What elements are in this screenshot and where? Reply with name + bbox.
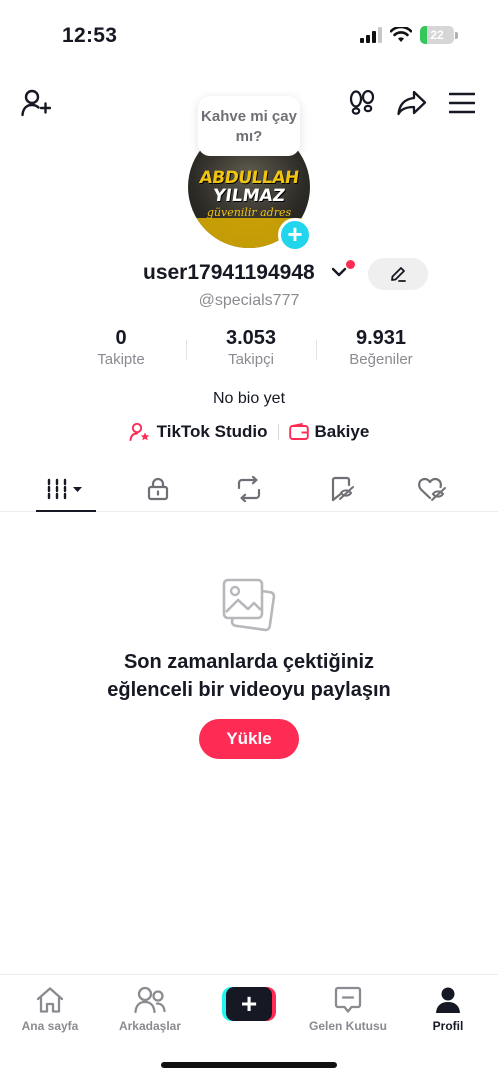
- share-profile-button[interactable]: [396, 88, 428, 118]
- home-indicator[interactable]: [161, 1062, 337, 1068]
- battery-text: 22: [430, 28, 444, 42]
- tab-reposts[interactable]: [225, 466, 273, 512]
- username-row: user17941194948: [0, 258, 498, 290]
- tiktok-studio-link[interactable]: TikTok Studio: [129, 422, 268, 442]
- share-arrow-icon: [397, 90, 427, 116]
- status-time: 12:53: [62, 24, 118, 47]
- stat-value: 9.931: [355, 327, 407, 349]
- lock-icon: [147, 477, 169, 501]
- nav-inbox[interactable]: Gelen Kutusu: [298, 983, 398, 1033]
- nav-friends[interactable]: Arkadaşlar: [100, 983, 200, 1033]
- footprints-icon: [349, 90, 375, 115]
- hidden-heart-icon: [418, 477, 446, 501]
- nav-profile-label: Profil: [432, 1019, 464, 1033]
- bio-text[interactable]: No bio yet: [0, 390, 498, 408]
- nav-friends-label: Arkadaşlar: [118, 1019, 182, 1033]
- profile-icon: [436, 987, 460, 1013]
- stat-label: Takipçi: [228, 351, 274, 368]
- profile-stats: 0 Takipte 3.053 Takipçi 9.931 Beğeniler: [56, 326, 446, 374]
- tab-videos[interactable]: [36, 466, 96, 512]
- profile-links: TikTok Studio Bakiye: [0, 422, 498, 442]
- add-story-button[interactable]: +: [278, 218, 312, 252]
- note-bubble-text: Kahve mi çay mı?: [201, 108, 297, 145]
- status-bar: 12:53 22: [0, 0, 498, 70]
- nav-home-label: Ana sayfa: [21, 1019, 79, 1033]
- user-handle: @specials777: [198, 292, 300, 309]
- footprints-button[interactable]: [346, 88, 378, 118]
- nav-inbox-label: Gelen Kutusu: [308, 1019, 387, 1033]
- hidden-bookmark-icon: [331, 476, 354, 502]
- plus-icon: +: [226, 987, 272, 1021]
- add-friend-button[interactable]: [20, 88, 52, 118]
- wifi-icon: [390, 27, 412, 42]
- stat-value: 0: [115, 327, 127, 349]
- empty-state-title: Son zamanlarda çektiğiniz eğlenceli bir …: [0, 648, 498, 704]
- edit-profile-button[interactable]: [368, 258, 428, 290]
- friends-icon: [134, 986, 166, 1014]
- hamburger-menu-icon: [449, 92, 475, 114]
- active-tab-indicator: [36, 510, 96, 512]
- wallet-icon: [288, 423, 309, 440]
- upload-button[interactable]: Yükle: [199, 719, 299, 759]
- avatar-logo-text-1: ABDULLAH: [198, 168, 300, 188]
- inbox-icon: [334, 986, 362, 1013]
- pencil-icon: [391, 267, 406, 282]
- notification-dot: [346, 260, 355, 269]
- avatar-logo-text-3: güvenilir adres: [206, 206, 292, 219]
- tab-private[interactable]: [134, 466, 182, 512]
- cellular-signal-icon: [360, 27, 382, 43]
- link-divider: [277, 424, 279, 440]
- profile-tabs: [0, 466, 498, 512]
- video-grid-icon: [47, 478, 82, 500]
- battery-fill: [420, 26, 428, 44]
- battery-indicator: 22: [420, 26, 454, 44]
- username[interactable]: user17941194948: [143, 261, 315, 285]
- tab-saved[interactable]: [318, 466, 366, 512]
- creator-star-icon: [129, 422, 149, 441]
- home-icon: [36, 987, 64, 1013]
- stat-label: Takipte: [97, 351, 145, 368]
- stat-value: 3.053: [225, 327, 277, 349]
- menu-button[interactable]: [448, 90, 476, 116]
- stat-label: Beğeniler: [349, 351, 413, 368]
- battery-cap: [455, 31, 458, 39]
- stat-likes[interactable]: 9.931 Beğeniler: [316, 326, 446, 374]
- balance-link[interactable]: Bakiye: [288, 422, 370, 442]
- stat-following[interactable]: 0 Takipte: [56, 326, 186, 374]
- tab-liked[interactable]: [408, 466, 456, 512]
- photo-placeholder-icon: [222, 578, 276, 632]
- nav-profile[interactable]: Profil: [398, 983, 498, 1033]
- empty-state-text: Son zamanlarda çektiğiniz eğlenceli bir …: [107, 651, 391, 701]
- tiktok-studio-label: TikTok Studio: [156, 422, 268, 441]
- nav-home[interactable]: Ana sayfa: [0, 983, 100, 1033]
- stat-followers[interactable]: 3.053 Takipçi: [186, 326, 316, 374]
- balance-label: Bakiye: [314, 422, 370, 441]
- status-icons: 22: [360, 26, 458, 44]
- create-button[interactable]: +: [222, 987, 276, 1021]
- note-bubble[interactable]: Kahve mi çay mı?: [198, 96, 300, 156]
- chevron-down-icon[interactable]: [331, 266, 347, 278]
- repost-icon: [237, 476, 261, 502]
- avatar-logo-text-2: YILMAZ: [211, 186, 287, 206]
- add-user-icon: [21, 89, 51, 117]
